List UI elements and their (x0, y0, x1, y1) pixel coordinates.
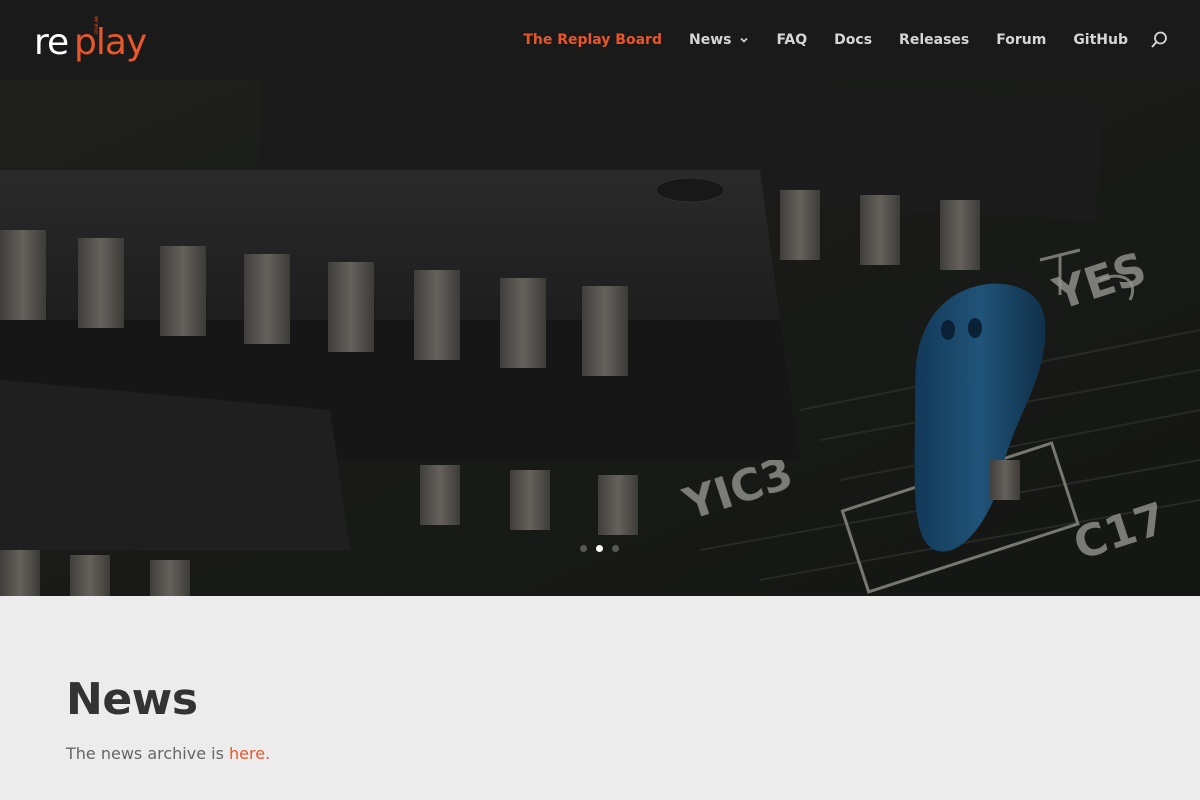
svg-text:re: re (34, 22, 68, 63)
nav-news-label: News (688, 32, 732, 48)
nav-releases[interactable]: Releases (899, 32, 969, 48)
nav-github[interactable]: GitHub (1073, 32, 1128, 48)
hero-slider: YIC3 C17 YES (0, 80, 1200, 596)
svg-text:FPGA ARCADE: FPGA ARCADE (94, 16, 99, 34)
site-logo[interactable]: re play FPGA ARCADE (34, 16, 154, 64)
nav-replay-board[interactable]: The Replay Board (523, 32, 662, 48)
circuit-board-image: YIC3 C17 YES (0, 80, 1200, 596)
nav-news[interactable]: News (689, 32, 749, 48)
nav-forum[interactable]: Forum (996, 32, 1046, 48)
svg-text:play: play (74, 22, 147, 63)
slider-dots (580, 545, 619, 552)
site-header: re play FPGA ARCADE The Replay Board New… (0, 0, 1200, 80)
nav-faq[interactable]: FAQ (776, 32, 807, 48)
news-archive-label: The news archive is (66, 744, 230, 763)
slider-dot-2[interactable] (596, 545, 603, 552)
nav-docs[interactable]: Docs (834, 32, 872, 48)
search-icon[interactable] (1150, 31, 1168, 49)
news-section: News The news archive is here. (0, 596, 1200, 800)
main-nav: The Replay Board News FAQ Docs Releases … (496, 0, 1200, 80)
chevron-down-icon (740, 37, 749, 43)
slider-dot-1[interactable] (580, 545, 587, 552)
news-archive-link[interactable]: here. (229, 744, 270, 763)
news-archive-text: The news archive is here. (66, 744, 270, 763)
news-heading: News (66, 674, 198, 725)
slider-dot-3[interactable] (612, 545, 619, 552)
